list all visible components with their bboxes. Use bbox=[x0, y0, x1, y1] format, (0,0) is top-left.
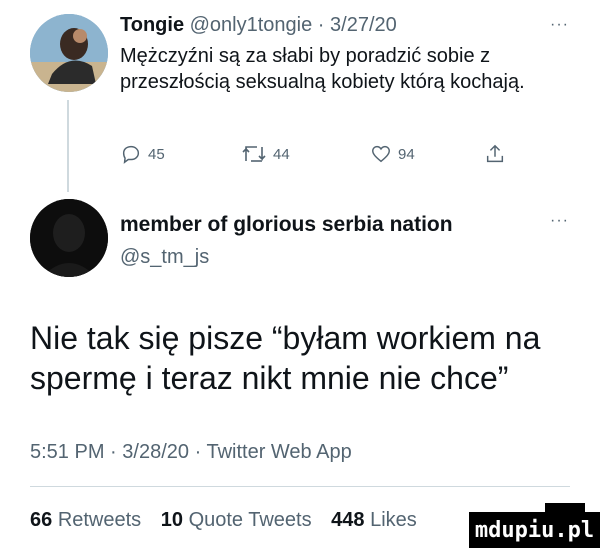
retweet-icon bbox=[242, 146, 266, 162]
retweet-button[interactable]: 44 bbox=[241, 143, 290, 165]
quotes-count[interactable]: 10 bbox=[161, 509, 183, 531]
quotes-label[interactable]: Quote Tweets bbox=[189, 509, 312, 531]
share-icon bbox=[486, 144, 504, 163]
separator: · bbox=[194, 441, 202, 463]
tweet-text: Mężczyźni są za słabi by poradzić sobie … bbox=[120, 45, 525, 93]
likes-label[interactable]: Likes bbox=[370, 509, 417, 531]
quote-display-name[interactable]: member of glorious serbia nation bbox=[120, 213, 453, 237]
share-button[interactable] bbox=[484, 143, 506, 165]
divider bbox=[30, 486, 570, 487]
tweet-header: Tongie @only1tongie · 3/27/20 bbox=[120, 14, 397, 37]
user-handle[interactable]: @only1tongie bbox=[190, 14, 313, 36]
retweets-label[interactable]: Retweets bbox=[58, 509, 141, 531]
reply-button[interactable]: 45 bbox=[120, 143, 165, 165]
separator: · bbox=[317, 14, 325, 36]
tweet-date[interactable]: 3/27/20 bbox=[330, 14, 397, 36]
tweet-actions: 45 44 94 bbox=[120, 143, 520, 169]
reply-icon bbox=[122, 145, 140, 164]
thread-line bbox=[67, 100, 69, 192]
display-name[interactable]: Tongie bbox=[120, 14, 184, 36]
tweet-source[interactable]: Twitter Web App bbox=[206, 441, 351, 463]
more-icon[interactable]: ··· bbox=[550, 212, 569, 230]
quote-avatar[interactable] bbox=[30, 199, 108, 277]
like-button[interactable]: 94 bbox=[370, 143, 415, 165]
reply-count: 45 bbox=[148, 145, 165, 163]
tweet-meta: 5:51 PM · 3/28/20 · Twitter Web App bbox=[30, 441, 352, 464]
tweet-time[interactable]: 5:51 PM bbox=[30, 441, 104, 463]
like-count: 94 bbox=[398, 145, 415, 163]
likes-count[interactable]: 448 bbox=[331, 509, 364, 531]
more-icon[interactable]: ··· bbox=[550, 16, 569, 34]
tweet-date[interactable]: 3/28/20 bbox=[122, 441, 189, 463]
separator: · bbox=[110, 441, 117, 463]
tweet-stats: 66 Retweets 10 Quote Tweets 448 Likes bbox=[30, 509, 431, 532]
quote-user-handle[interactable]: @s_tm_js bbox=[120, 246, 209, 269]
retweet-count: 44 bbox=[273, 145, 290, 163]
avatar[interactable] bbox=[30, 14, 108, 92]
avatar-photo bbox=[30, 199, 108, 277]
watermark: mdupiu.pl bbox=[469, 512, 600, 548]
like-icon bbox=[372, 145, 390, 163]
retweets-count[interactable]: 66 bbox=[30, 509, 52, 531]
avatar-photo bbox=[30, 14, 108, 92]
main-tweet-text: Nie tak się pisze “byłam workiem na sper… bbox=[30, 320, 541, 396]
